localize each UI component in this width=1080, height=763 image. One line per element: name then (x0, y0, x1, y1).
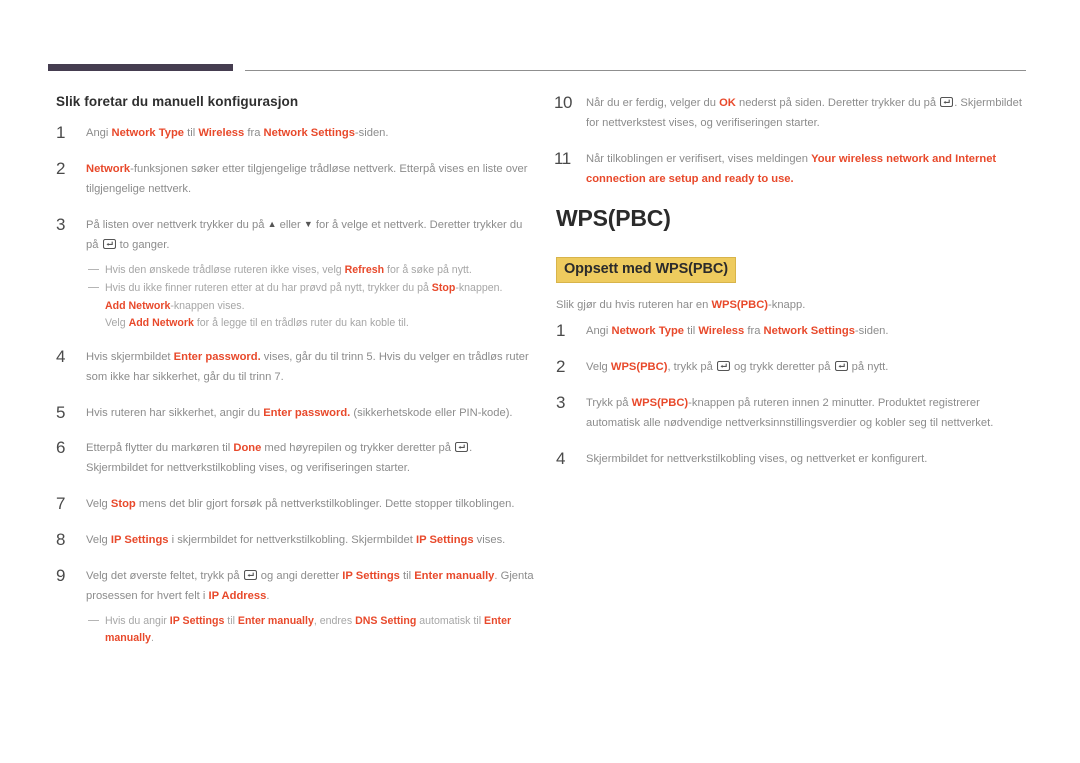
step-number: 2 (556, 357, 565, 377)
numbered-step: 9 Velg det øverste feltet, trykk på og an… (56, 566, 536, 647)
subheading-wps-pbc-setup: Oppsett med WPS(PBC) (556, 257, 736, 283)
step-number: 11 (554, 148, 571, 168)
section-heading-manual-setup: Slik foretar du manuell konfigurasjon (56, 94, 299, 109)
step-notes: Hvis du angir IP Settings til Enter manu… (88, 613, 536, 647)
wps-steps-list: 1 Angi Network Type til Wireless fra Netw… (556, 321, 1036, 470)
step-text: Når tilkoblingen er verifisert, vises me… (586, 152, 997, 185)
step-number: 9 (56, 566, 65, 586)
step-text: Velg det øverste feltet, trykk på og ang… (86, 570, 534, 603)
step-text: Hvis ruteren har sikkerhet, angir du Ent… (86, 406, 513, 419)
numbered-step: 7 Velg Stop mens det blir gjort forsøk på… (56, 494, 536, 515)
header-divider-line (245, 70, 1026, 71)
right-column: 10 Når du er ferdig, velger du OK nederst… (554, 93, 1036, 486)
numbered-step: 2 Velg WPS(PBC), trykk på og trykk derett… (556, 357, 1036, 378)
step-number: 1 (56, 123, 65, 143)
numbered-step: 3 På listen over nettverk trykker du på ▲… (56, 215, 536, 332)
step-number: 1 (556, 321, 565, 341)
enter-key-icon (455, 442, 469, 453)
numbered-step: 4 Skjermbildet for nettverkstilkobling vi… (556, 449, 1036, 470)
left-column: Slik foretar du manuell konfigurasjon 1 A… (56, 94, 536, 663)
note-continuation: Velg Add Network for å legge til en tråd… (105, 316, 409, 329)
step-number: 2 (56, 159, 65, 179)
wps-intro-paragraph: Slik gjør du hvis ruteren har en WPS(PBC… (556, 298, 806, 311)
enter-key-icon (716, 361, 730, 372)
enter-key-icon (940, 97, 954, 107)
step-number: 8 (56, 530, 65, 550)
left-steps-list: 1 Angi Network Type til Wireless fra Netw… (56, 123, 536, 647)
step-number: 4 (556, 448, 565, 468)
numbered-step: 8 Velg IP Settings i skjermbildet for net… (56, 530, 536, 551)
note-continuation: Add Network-knappen vises. (105, 299, 245, 312)
step-number: 5 (56, 402, 65, 422)
step-text: Angi Network Type til Wireless fra Netwo… (86, 127, 389, 140)
numbered-step: 3 Trykk på WPS(PBC)-knappen på ruteren in… (556, 393, 1036, 434)
numbered-step: 11 Når tilkoblingen er verifisert, vises … (554, 149, 1036, 190)
step-number: 4 (56, 346, 65, 366)
step-text: Etterpå flytter du markøren til Done med… (86, 442, 473, 475)
note-item: Hvis du ikke finner ruteren etter at du … (88, 280, 536, 297)
step-text: Angi Network Type til Wireless fra Netwo… (586, 325, 889, 338)
step-text: Skjermbildet for nettverkstilkobling vis… (586, 452, 928, 465)
step-text: Velg WPS(PBC), trykk på og trykk derette… (586, 361, 889, 374)
step-notes: Hvis den ønskede trådløse ruteren ikke v… (88, 262, 536, 332)
step-text: Velg IP Settings i skjermbildet for nett… (86, 534, 506, 547)
note-item: Hvis den ønskede trådløse ruteren ikke v… (88, 262, 536, 279)
numbered-step: 1 Angi Network Type til Wireless fra Netw… (556, 321, 1036, 342)
step-number: 10 (554, 93, 572, 112)
manual-page: Slik foretar du manuell konfigurasjon 1 A… (0, 0, 1080, 763)
enter-key-icon (834, 361, 848, 372)
step-number: 3 (56, 215, 65, 234)
step-text: Network-funksjonen søker etter tilgjenge… (86, 163, 528, 196)
step-text: Hvis skjermbildet Enter password. vises,… (86, 350, 529, 383)
continued-steps-list: 10 Når du er ferdig, velger du OK nederst… (554, 93, 1036, 190)
enter-key-icon (102, 238, 116, 249)
numbered-step: 4 Hvis skjermbildet Enter password. vises… (56, 347, 536, 388)
step-text: Trykk på WPS(PBC)-knappen på ruteren inn… (586, 396, 994, 429)
step-text: Velg Stop mens det blir gjort forsøk på … (86, 498, 515, 511)
step-number: 3 (556, 392, 565, 412)
step-number: 7 (56, 494, 65, 514)
numbered-step: 2 Network-funksjonen søker etter tilgjeng… (56, 159, 536, 200)
enter-key-icon (243, 570, 257, 581)
numbered-step: 6 Etterpå flytter du markøren til Done me… (56, 438, 536, 479)
step-text: Når du er ferdig, velger du OK nederst p… (586, 97, 1022, 129)
numbered-step: 10 Når du er ferdig, velger du OK nederst… (554, 93, 1036, 134)
step-text: På listen over nettverk trykker du på ▲ … (86, 219, 523, 251)
chapter-title-wps-pbc: WPS(PBC) (556, 204, 671, 231)
header-accent-bar (48, 64, 233, 71)
numbered-step: 1 Angi Network Type til Wireless fra Netw… (56, 123, 536, 144)
numbered-step: 5 Hvis ruteren har sikkerhet, angir du En… (56, 403, 536, 424)
step-number: 6 (56, 438, 65, 458)
note-item: Hvis du angir IP Settings til Enter manu… (88, 613, 536, 647)
page-header-rule (48, 64, 1026, 74)
